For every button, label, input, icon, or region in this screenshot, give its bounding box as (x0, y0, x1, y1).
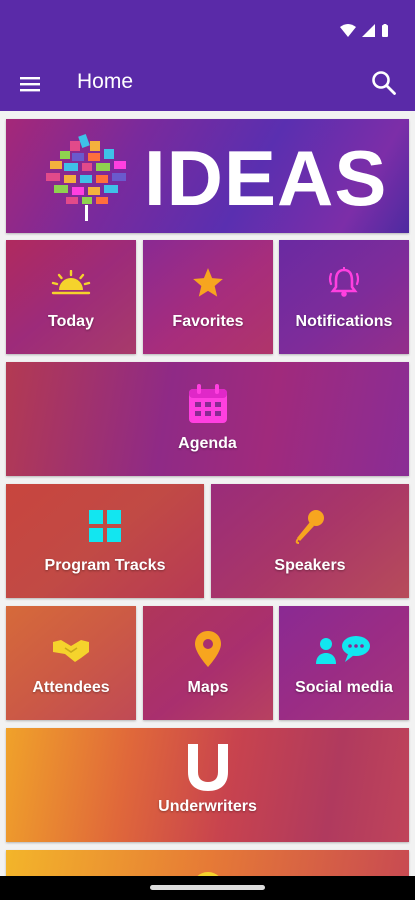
tile-partial-next[interactable] (6, 850, 409, 876)
tile-attendees[interactable]: Attendees (6, 606, 136, 720)
tile-underwriters[interactable]: Underwriters (6, 728, 409, 842)
tile-favorites[interactable]: Favorites (143, 240, 273, 354)
tile-today-label: Today (48, 313, 94, 330)
tile-program-tracks-label: Program Tracks (44, 557, 166, 574)
tile-speakers[interactable]: Speakers (211, 484, 409, 598)
tile-agenda-label: Agenda (178, 435, 237, 452)
tile-social-media-label: Social media (295, 679, 393, 696)
tile-notifications[interactable]: Notifications (279, 240, 409, 354)
people-chat-icon (316, 636, 370, 664)
battery-icon (382, 24, 388, 37)
tile-agenda[interactable]: Agenda (6, 362, 409, 476)
underwriters-u-icon (187, 744, 228, 791)
handshake-icon (53, 640, 89, 662)
tile-favorites-label: Favorites (172, 313, 244, 330)
calendar-icon (188, 384, 227, 423)
search-button[interactable] (371, 70, 397, 96)
ideas-logo-icon (46, 133, 126, 221)
tile-underwriters-label: Underwriters (158, 798, 257, 815)
page-title: Home (77, 70, 134, 93)
map-pin-icon (195, 631, 221, 667)
menu-button[interactable] (18, 72, 42, 96)
app-bar: Home (0, 56, 415, 111)
signal-icon (362, 24, 375, 37)
tile-maps-label: Maps (187, 679, 229, 696)
tile-social-media[interactable]: Social media (279, 606, 409, 720)
tile-attendees-label: Attendees (32, 679, 110, 696)
tile-notifications-label: Notifications (295, 313, 393, 330)
system-navigation-bar (0, 876, 415, 900)
home-gesture-handle[interactable] (150, 885, 265, 890)
ideas-banner[interactable]: IDEAS (6, 119, 409, 233)
tile-today[interactable]: Today (6, 240, 136, 354)
tile-speakers-label: Speakers (274, 557, 346, 574)
status-bar (0, 0, 415, 56)
tile-program-tracks[interactable]: Program Tracks (6, 484, 204, 598)
ideas-logo-text: IDEAS (144, 134, 388, 222)
home-tile-grid: IDEAS Today Favorites Notifications Agen… (0, 111, 415, 876)
grid-icon (89, 510, 121, 542)
star-icon (193, 268, 223, 297)
microphone-icon (295, 510, 324, 544)
hamburger-menu-icon (20, 77, 40, 92)
sunrise-icon (51, 270, 91, 295)
search-icon (372, 71, 396, 95)
tile-maps[interactable]: Maps (143, 606, 273, 720)
wifi-icon (340, 24, 356, 37)
bell-icon (328, 267, 360, 297)
partial-tile-icon (197, 872, 218, 876)
